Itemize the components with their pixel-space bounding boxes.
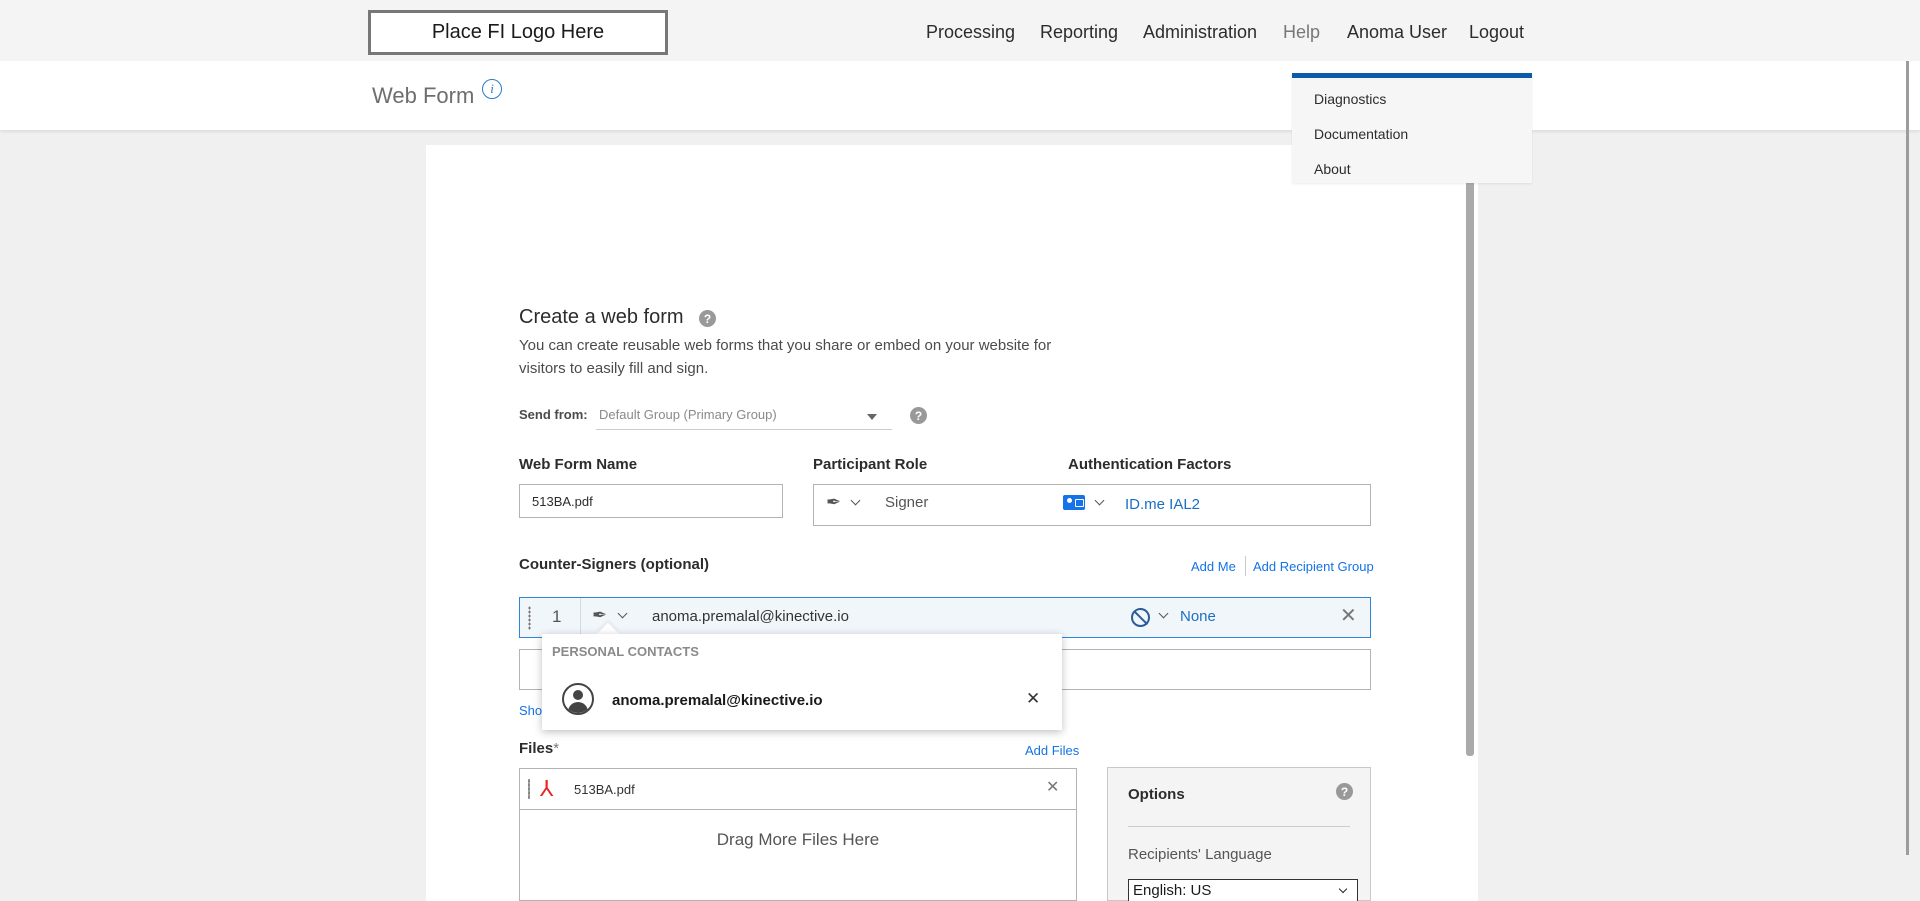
recipients-language-value: English: US [1133,882,1212,899]
link-divider [1245,556,1246,576]
personal-contacts-heading: PERSONAL CONTACTS [552,644,699,659]
title-strip [0,61,1920,130]
page-title: Web Form [372,83,475,108]
files-label: Files [519,740,554,757]
options-panel: Options ? Recipients' Language English: … [1107,767,1371,901]
file-name: 513BA.pdf [574,782,635,797]
send-from-help-icon[interactable]: ? [910,407,927,424]
files-label-wrap: Files* [519,740,559,757]
nav-reporting[interactable]: Reporting [1040,22,1118,43]
remove-row-icon[interactable]: ✕ [1340,606,1357,626]
send-from-label: Send from: [519,407,588,422]
remove-contact-icon[interactable]: ✕ [1026,689,1040,709]
menu-item-documentation[interactable]: Documentation [1314,126,1408,142]
authentication-factor-value[interactable]: ID.me IAL2 [1125,496,1200,513]
required-mark: * [553,740,560,757]
show-more-link[interactable]: Sho [519,703,542,718]
pdf-file-icon: ⅄ [540,777,554,802]
no-auth-icon[interactable] [1131,608,1150,627]
add-me-link[interactable]: Add Me [1191,559,1236,574]
options-title: Options [1128,786,1185,803]
counter-signer-row[interactable] [519,597,1371,638]
participant-role-label: Participant Role [813,456,928,473]
counter-signer-email[interactable]: anoma.premalal@kinective.io [652,608,849,625]
contact-email-suggestion[interactable]: anoma.premalal@kinective.io [612,692,823,709]
remove-file-icon[interactable]: ✕ [1046,780,1059,796]
top-nav-bar: Place FI Logo Here Processing Reporting … [0,0,1920,61]
options-help-icon[interactable]: ? [1336,783,1353,800]
nav-user[interactable]: Anoma User [1347,22,1447,43]
files-dropzone[interactable]: ⅄ 513BA.pdf ✕ Drag More Files Here [519,768,1077,901]
panel-scrollbar[interactable] [1466,180,1474,756]
add-files-link[interactable]: Add Files [1025,743,1079,758]
recipients-language-select[interactable]: English: US [1128,879,1358,901]
drag-handle-icon[interactable] [528,779,530,799]
avatar-icon[interactable] [562,683,594,715]
file-row[interactable]: ⅄ 513BA.pdf ✕ [520,769,1076,810]
drop-hint: Drag More Files Here [716,830,880,849]
page-scrollbar[interactable] [1906,61,1909,855]
add-recipient-group-link[interactable]: Add Recipient Group [1253,559,1374,574]
create-web-form-heading: Create a web form [519,306,684,328]
pen-signer-icon[interactable]: ✒ [826,492,841,513]
help-question-icon[interactable]: ? [699,310,716,327]
logo-placeholder: Place FI Logo Here [368,10,668,55]
counter-signers-label: Counter-Signers (optional) [519,556,709,573]
counter-signer-index: 1 [552,607,562,626]
authentication-factors-label: Authentication Factors [1068,456,1232,473]
send-from-value: Default Group (Primary Group) [599,407,777,422]
row-divider [580,598,581,637]
recipients-language-label: Recipients' Language [1128,846,1272,863]
info-icon[interactable]: i [482,79,502,99]
participant-role-value: Signer [885,494,929,511]
drag-handle-icon[interactable] [528,606,531,630]
nav-help[interactable]: Help [1283,22,1320,43]
menu-item-about[interactable]: About [1314,161,1351,177]
help-dropdown-menu: Diagnostics Documentation About [1292,73,1532,183]
web-form-name-value: 513BA.pdf [532,494,593,509]
pen-signer-icon[interactable]: ✒ [592,605,607,626]
nav-administration[interactable]: Administration [1143,22,1257,43]
id-card-icon[interactable] [1063,495,1085,510]
counter-signer-auth[interactable]: None [1180,608,1216,625]
menu-item-diagnostics[interactable]: Diagnostics [1314,91,1386,107]
web-form-name-input[interactable]: 513BA.pdf [519,484,783,518]
nav-logout[interactable]: Logout [1469,22,1524,43]
caret-down-icon [867,414,877,420]
create-web-form-description: You can create reusable web forms that y… [519,337,1052,377]
personal-contacts-popup: PERSONAL CONTACTS anoma.premalal@kinecti… [542,634,1062,730]
nav-processing[interactable]: Processing [926,22,1015,43]
send-from-select[interactable]: Default Group (Primary Group) [596,400,892,430]
web-form-name-label: Web Form Name [519,456,638,473]
options-divider [1128,826,1350,827]
